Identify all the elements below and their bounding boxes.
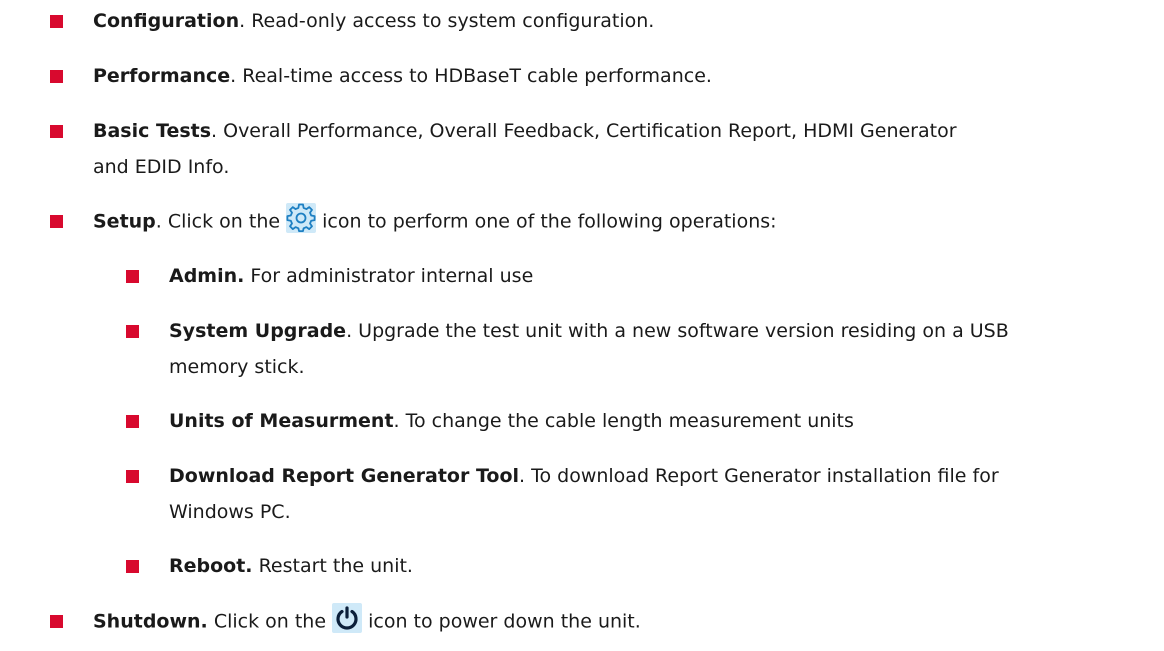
item-title: Shutdown. <box>93 610 208 633</box>
item-pre-text: Click on the <box>207 610 333 633</box>
bullet-icon <box>50 215 63 228</box>
bullet-icon <box>50 70 63 83</box>
item-title: Basic Tests <box>93 120 212 142</box>
sub-item-title: Units of Measurment <box>169 410 394 432</box>
item-description-cont: and EDID Info. <box>93 156 230 178</box>
bullet-icon <box>50 615 63 628</box>
item-title: Setup <box>93 210 156 233</box>
bullet-icon <box>126 325 139 338</box>
bullet-icon <box>50 15 63 28</box>
item-description: . Real-time access to HDBaseT cable perf… <box>230 65 712 87</box>
item-description: . Read-only access to system configurati… <box>239 10 655 32</box>
item-post-text: icon to power down the unit. <box>362 610 641 633</box>
sub-item-title: System Upgrade <box>169 320 347 342</box>
power-icon[interactable] <box>332 603 363 633</box>
sub-item-description-cont: memory stick. <box>169 356 305 378</box>
sub-item-description-cont: Windows PC. <box>169 501 291 523</box>
sub-item-title: Admin. <box>169 265 245 287</box>
sub-item-description: . To download Report Generator installat… <box>519 465 999 487</box>
bullet-icon <box>126 415 139 428</box>
bullet-icon <box>50 125 63 138</box>
item-title: Configuration <box>93 10 240 32</box>
item-pre-text: . Click on the <box>155 210 287 233</box>
gear-icon[interactable] <box>286 203 317 233</box>
sub-item-title: Reboot. <box>169 555 253 577</box>
bullet-icon <box>126 470 139 483</box>
sub-item-description: For administrator internal use <box>244 265 534 287</box>
sub-item-title: Download Report Generator Tool <box>169 465 520 487</box>
item-title: Performance <box>93 65 231 87</box>
sub-item-description: Restart the unit. <box>252 555 413 577</box>
sub-item-description: . To change the cable length measurement… <box>393 410 854 432</box>
bullet-icon <box>126 560 139 573</box>
item-description: . Overall Performance, Overall Feedback,… <box>211 120 957 142</box>
bullet-icon <box>126 270 139 283</box>
sub-item-description: . Upgrade the test unit with a new softw… <box>346 320 1009 342</box>
item-post-text: icon to perform one of the following ope… <box>316 210 777 233</box>
